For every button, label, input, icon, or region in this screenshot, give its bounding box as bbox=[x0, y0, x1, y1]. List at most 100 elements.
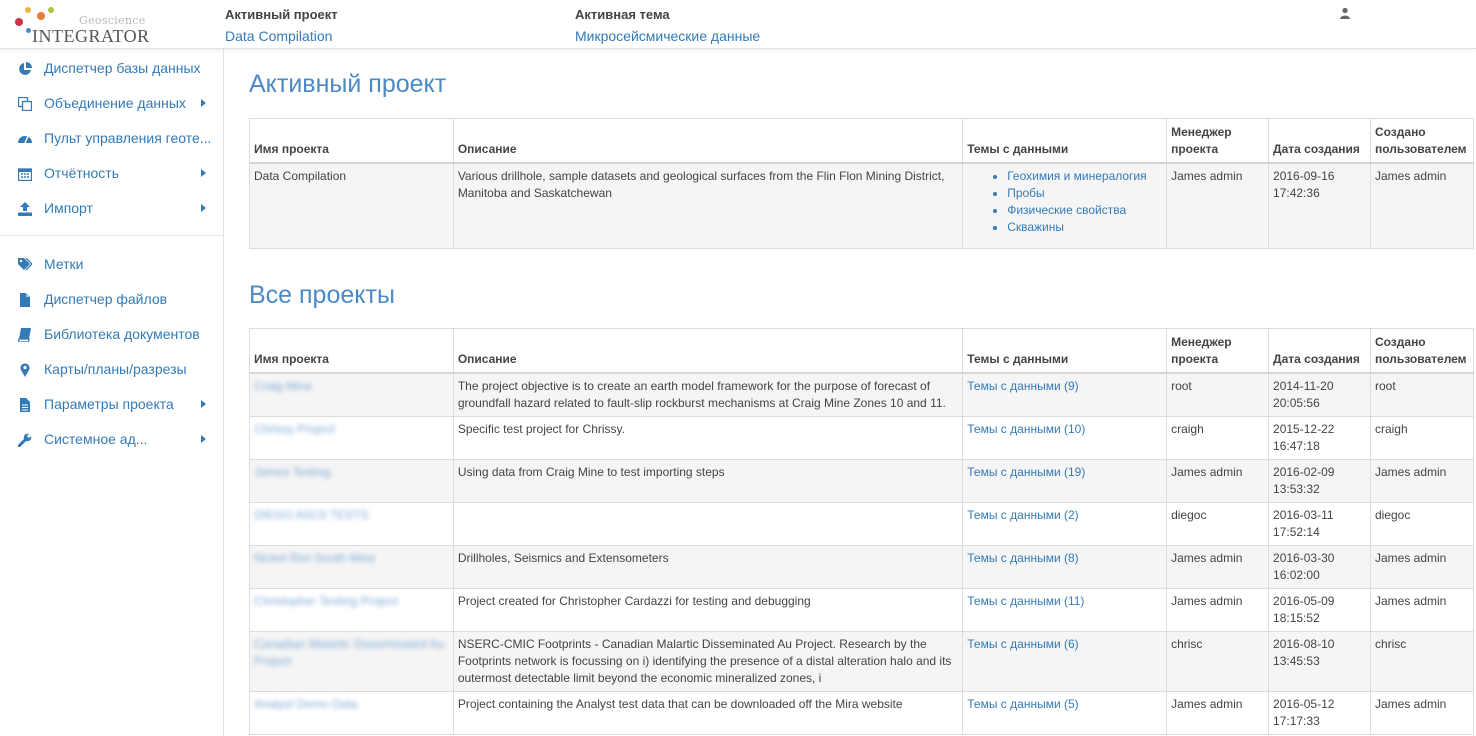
project-created-by: James admin bbox=[1369, 162, 1475, 249]
project-date-cell: 2016-05-12 17:17:33 bbox=[1268, 690, 1371, 735]
project-name-link[interactable]: Craig Mine bbox=[254, 379, 312, 393]
sidebar-item-data-merge[interactable]: Объединение данных bbox=[0, 86, 223, 120]
project-date-cell: 2016-03-30 16:02:00 bbox=[1268, 544, 1371, 589]
sidebar-item-label: Библиотека документов bbox=[44, 326, 200, 342]
themes-link[interactable]: Темы с данными (10) bbox=[967, 422, 1085, 436]
project-description: The project objective is to create an ea… bbox=[457, 378, 946, 410]
sidebar-item-database-manager[interactable]: Диспетчер базы данных bbox=[0, 51, 223, 85]
active-project-table: Имя проекта Описание Темы с данными Мене… bbox=[249, 118, 1475, 249]
active-project-link[interactable]: Data Compilation bbox=[225, 28, 338, 44]
themes-link-cell: Темы с данными (6) bbox=[962, 630, 1168, 692]
caret-right-icon bbox=[201, 400, 206, 408]
sidebar-item-reporting[interactable]: Отчётность bbox=[0, 156, 223, 190]
project-description: Drillholes, Seismics and Extensometers bbox=[457, 550, 669, 565]
project-created-by-cell: craigh bbox=[1369, 415, 1475, 460]
file-icon bbox=[20, 293, 30, 307]
themes-link[interactable]: Темы с данными (11) bbox=[967, 594, 1084, 608]
themes-link[interactable]: Темы с данными (9) bbox=[967, 379, 1078, 393]
logo-main-text: INTEGRATOR bbox=[32, 26, 150, 46]
project-name-link-cell: Canadian Malartic Disseminated Au Projec… bbox=[249, 630, 454, 692]
user-icon[interactable] bbox=[1339, 7, 1351, 19]
table-row: DIEGO ASCII TESTS Темы с данными (2) diego… bbox=[249, 501, 1475, 546]
sidebar-item-file-manager[interactable]: Диспетчер файлов bbox=[0, 282, 223, 316]
column-header: Имя проекта bbox=[249, 118, 454, 164]
project-name-link[interactable]: Nickel Rim South Mine bbox=[254, 551, 375, 565]
active-project-block: Активный проект Data Compilation bbox=[225, 7, 338, 44]
calendar-icon bbox=[18, 168, 32, 181]
project-description-cell: Specific test project for Chrissy. bbox=[452, 415, 964, 460]
project-date: 2015-12-22 16:47:18 bbox=[1273, 421, 1335, 453]
project-created-by-cell: James admin bbox=[1369, 587, 1475, 632]
project-name-link-cell: Christopher Testing Project bbox=[249, 587, 454, 632]
themes-link[interactable]: Темы с данными (6) bbox=[967, 637, 1078, 651]
project-description-cell: The project objective is to create an ea… bbox=[452, 372, 964, 417]
project-manager-cell: James admin bbox=[1166, 690, 1270, 735]
column-header: Дата создания bbox=[1268, 328, 1371, 374]
sidebar-item-maps-plans-sections[interactable]: Карты/планы/разрезы bbox=[0, 352, 223, 386]
sidebar-item-tags[interactable]: Метки bbox=[0, 247, 223, 281]
active-theme-label: Активная тема bbox=[575, 7, 670, 22]
project-date: 2016-08-10 13:45:53 bbox=[1273, 636, 1335, 668]
project-name-link[interactable]: Canadian Malartic Disseminated Au Projec… bbox=[254, 637, 444, 668]
sidebar-item-project-settings[interactable]: Параметры проекта bbox=[0, 387, 223, 421]
sidebar-item-document-library[interactable]: Библиотека документов bbox=[0, 317, 223, 351]
pie-chart-icon bbox=[19, 62, 32, 75]
all-projects-table: Имя проекта Описание Темы с данными Мене… bbox=[249, 328, 1475, 735]
column-header: Описание bbox=[452, 328, 964, 374]
column-header: Темы с данными bbox=[962, 328, 1168, 374]
project-description-cell: Using data from Craig Mine to test impor… bbox=[452, 458, 964, 503]
theme-link[interactable]: Скважины bbox=[1007, 219, 1162, 236]
sidebar-item-geotech-dashboard[interactable]: Пульт управления геоте... bbox=[0, 121, 223, 155]
project-date: 2016-05-12 17:17:33 bbox=[1273, 696, 1335, 728]
project-manager-cell: diegoc bbox=[1166, 501, 1270, 546]
project-manager-cell: craigh bbox=[1166, 415, 1270, 460]
table-row: Christopher Testing Project Project creat… bbox=[249, 587, 1475, 632]
project-date-cell: 2016-02-09 13:53:32 bbox=[1268, 458, 1371, 503]
project-manager-cell: James admin bbox=[1166, 544, 1270, 589]
clone-icon bbox=[18, 97, 32, 111]
table-row: James Testing Using data from Craig Mine … bbox=[249, 458, 1475, 503]
project-description: Using data from Craig Mine to test impor… bbox=[457, 464, 725, 479]
sidebar-item-import[interactable]: Импорт bbox=[0, 191, 223, 225]
project-created-by: James admin bbox=[1374, 550, 1447, 565]
project-name-link[interactable]: DIEGO ASCII TESTS bbox=[254, 508, 368, 522]
themes-link[interactable]: Темы с данными (19) bbox=[967, 465, 1085, 479]
project-name-link[interactable]: Christopher Testing Project bbox=[254, 594, 398, 608]
project-date-cell: 2016-03-11 17:52:14 bbox=[1268, 501, 1371, 546]
project-description: Various drillhole, sample datasets and g… bbox=[452, 162, 964, 249]
caret-right-icon bbox=[201, 435, 206, 443]
project-name: Data Compilation bbox=[249, 162, 454, 249]
themes-link[interactable]: Темы с данными (2) bbox=[967, 508, 1078, 522]
theme-link[interactable]: Геохимия и минералогия bbox=[1007, 168, 1162, 185]
theme-link[interactable]: Физические свойства bbox=[1007, 202, 1162, 219]
project-name-link[interactable]: Analyst Demo Data bbox=[254, 697, 357, 711]
themes-list: Геохимия и минералогия Пробы Физические … bbox=[967, 168, 1162, 236]
top-header: Geoscience INTEGRATOR Активный проект Da… bbox=[0, 0, 1476, 49]
active-theme-link[interactable]: Микросейсмические данные bbox=[575, 28, 760, 44]
themes-link[interactable]: Темы с данными (8) bbox=[967, 551, 1078, 565]
themes-link[interactable]: Темы с данными (5) bbox=[967, 697, 1078, 711]
caret-right-icon bbox=[201, 204, 206, 212]
column-header: Дата создания bbox=[1268, 118, 1371, 164]
themes-link-cell: Темы с данными (19) bbox=[962, 458, 1168, 503]
project-name-link[interactable]: James Testing bbox=[254, 465, 330, 479]
column-header: Менеджер проекта bbox=[1166, 328, 1270, 374]
project-date-cell: 2014-11-20 20:05:56 bbox=[1268, 372, 1371, 417]
table-row: Canadian Malartic Disseminated Au Projec… bbox=[249, 630, 1475, 692]
app-logo[interactable]: Geoscience INTEGRATOR bbox=[12, 4, 212, 46]
column-header: Описание bbox=[452, 118, 964, 164]
project-date-cell: 2015-12-22 16:47:18 bbox=[1268, 415, 1371, 460]
logo-dot bbox=[25, 7, 31, 13]
table-row: Analyst Demo Data Project containing the … bbox=[249, 690, 1475, 735]
sidebar-item-label: Диспетчер базы данных bbox=[44, 60, 201, 76]
project-created-by: James admin bbox=[1374, 464, 1447, 479]
theme-link[interactable]: Пробы bbox=[1007, 185, 1162, 202]
project-name-link[interactable]: Chrissy Project bbox=[254, 422, 335, 436]
sidebar-item-system-admin[interactable]: Системное ад... bbox=[0, 422, 223, 456]
project-manager: James admin bbox=[1171, 593, 1243, 608]
table-row: Data Compilation Various drillhole, samp… bbox=[249, 162, 1475, 249]
project-manager: James admin bbox=[1171, 696, 1243, 711]
project-manager: chrisc bbox=[1171, 636, 1203, 651]
project-description-cell: NSERC-CMIC Footprints - Canadian Malarti… bbox=[452, 630, 964, 692]
project-manager: root bbox=[1171, 378, 1192, 393]
